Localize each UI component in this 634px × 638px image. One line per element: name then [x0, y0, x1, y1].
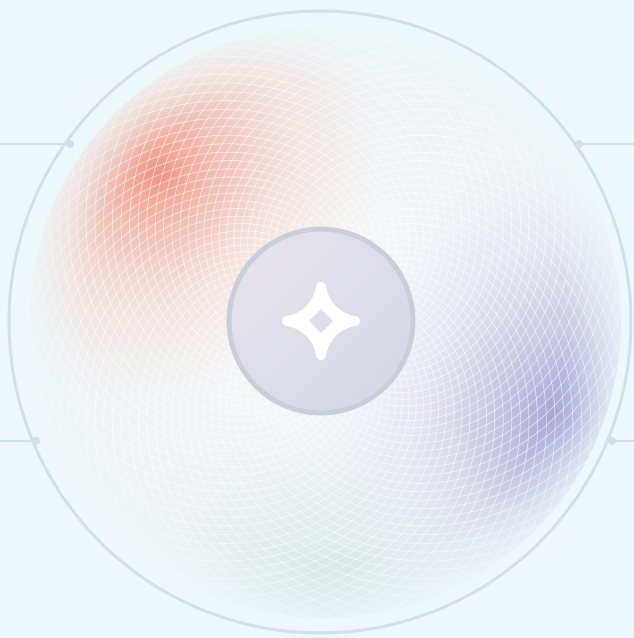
- orb-graphic: [7, 9, 633, 635]
- hero-illustration: [0, 0, 634, 638]
